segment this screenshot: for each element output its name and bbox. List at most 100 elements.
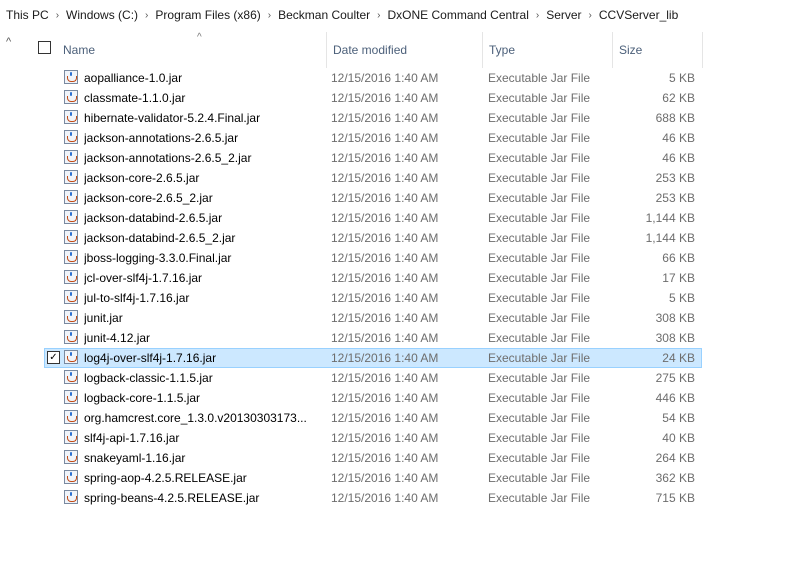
java-jar-icon [64,130,78,144]
file-size: 5 KB [668,291,695,305]
file-row[interactable]: ✓ log4j-over-slf4j-1.7.16.jar 12/15/2016 1… [0,348,787,368]
column-header-date-modified[interactable]: Date modified [327,32,483,68]
file-type: Executable Jar File [488,471,591,485]
row-checkbox[interactable]: ✓ [47,351,60,364]
breadcrumb-item[interactable]: CCVServer_lib [597,8,680,22]
file-row[interactable]: junit.jar 12/15/2016 1:40 AM Executable Ja… [0,308,787,328]
file-size: 715 KB [655,491,695,505]
file-row[interactable]: jul-to-slf4j-1.7.16.jar 12/15/2016 1:40 A… [0,288,787,308]
breadcrumb-item[interactable]: Beckman Coulter [276,8,372,22]
file-type: Executable Jar File [488,311,591,325]
chevron-right-icon[interactable]: › [140,10,153,21]
file-type: Executable Jar File [488,291,591,305]
file-row[interactable]: jackson-annotations-2.6.5.jar 12/15/2016 … [0,128,787,148]
file-size: 46 KB [662,131,695,145]
file-name: jboss-logging-3.3.0.Final.jar [84,251,232,265]
file-row[interactable]: logback-classic-1.1.5.jar 12/15/2016 1:40… [0,368,787,388]
file-row[interactable]: snakeyaml-1.16.jar 12/15/2016 1:40 AM Exec… [0,448,787,468]
file-date-modified: 12/15/2016 1:40 AM [331,191,439,205]
file-type: Executable Jar File [488,451,591,465]
file-name: junit.jar [84,311,123,325]
select-all-checkbox[interactable] [38,41,51,54]
java-jar-icon [64,170,78,184]
file-size: 275 KB [655,371,695,385]
chevron-right-icon[interactable]: › [372,10,385,21]
file-size: 253 KB [655,171,695,185]
column-header-type-label: Type [489,43,516,57]
column-header-type[interactable]: Type [483,32,613,68]
java-jar-icon [64,230,78,244]
file-size: 5 KB [668,71,695,85]
file-date-modified: 12/15/2016 1:40 AM [331,391,439,405]
java-jar-icon [64,270,78,284]
file-name: jackson-databind-2.6.5_2.jar [84,231,236,245]
collapse-up-icon[interactable]: ^ [6,36,18,48]
java-jar-icon [64,250,78,264]
breadcrumb-item[interactable]: Windows (C:) [64,8,140,22]
file-size: 253 KB [655,191,695,205]
file-name: logback-core-1.1.5.jar [84,391,201,405]
file-date-modified: 12/15/2016 1:40 AM [331,271,439,285]
file-row[interactable]: aopalliance-1.0.jar 12/15/2016 1:40 AM Exe… [0,68,787,88]
file-date-modified: 12/15/2016 1:40 AM [331,491,439,505]
file-row[interactable]: jackson-core-2.6.5_2.jar 12/15/2016 1:40 … [0,188,787,208]
breadcrumb: This PC › Windows (C:) › Program Files (x86)… [0,0,787,30]
file-name: junit-4.12.jar [84,331,151,345]
java-jar-icon [64,450,78,464]
file-name: jackson-databind-2.6.5.jar [84,211,223,225]
column-header-name-label: Name [63,43,96,57]
java-jar-icon [64,410,78,424]
file-row[interactable]: spring-beans-4.2.5.RELEASE.jar 12/15/2016… [0,488,787,508]
file-name: hibernate-validator-5.2.4.Final.jar [84,111,261,125]
file-row[interactable]: jboss-logging-3.3.0.Final.jar 12/15/2016 … [0,248,787,268]
file-date-modified: 12/15/2016 1:40 AM [331,171,439,185]
file-type: Executable Jar File [488,211,591,225]
file-row[interactable]: hibernate-validator-5.2.4.Final.jar 12/15… [0,108,787,128]
file-name: jul-to-slf4j-1.7.16.jar [84,291,190,305]
file-size: 688 KB [655,111,695,125]
file-date-modified: 12/15/2016 1:40 AM [331,451,439,465]
file-size: 17 KB [662,271,695,285]
java-jar-icon [64,150,78,164]
column-header-name[interactable]: Name ^ [57,32,327,68]
java-jar-icon [64,210,78,224]
column-header-size[interactable]: Size [613,32,703,68]
file-name: log4j-over-slf4j-1.7.16.jar [84,351,217,365]
java-jar-icon [64,110,78,124]
file-size: 62 KB [662,91,695,105]
java-jar-icon [64,350,78,364]
chevron-right-icon[interactable]: › [51,10,64,21]
file-row[interactable]: logback-core-1.1.5.jar 12/15/2016 1:40 AM… [0,388,787,408]
column-header-date-label: Date modified [333,43,408,57]
file-row[interactable]: spring-aop-4.2.5.RELEASE.jar 12/15/2016 1… [0,468,787,488]
file-row[interactable]: slf4j-api-1.7.16.jar 12/15/2016 1:40 AM Ex… [0,428,787,448]
file-row[interactable]: org.hamcrest.core_1.3.0.v20130303173... 1… [0,408,787,428]
chevron-right-icon[interactable]: › [584,10,597,21]
file-row[interactable]: jcl-over-slf4j-1.7.16.jar 12/15/2016 1:40… [0,268,787,288]
file-name: snakeyaml-1.16.jar [84,451,186,465]
java-jar-icon [64,90,78,104]
breadcrumb-item[interactable]: Server [544,8,583,22]
file-date-modified: 12/15/2016 1:40 AM [331,151,439,165]
column-header-size-label: Size [619,43,643,57]
file-row[interactable]: jackson-annotations-2.6.5_2.jar 12/15/201… [0,148,787,168]
file-type: Executable Jar File [488,391,591,405]
breadcrumb-item[interactable]: Program Files (x86) [153,8,262,22]
file-date-modified: 12/15/2016 1:40 AM [331,91,439,105]
file-type: Executable Jar File [488,431,591,445]
file-row[interactable]: jackson-core-2.6.5.jar 12/15/2016 1:40 AM… [0,168,787,188]
file-size: 446 KB [655,391,695,405]
chevron-right-icon[interactable]: › [531,10,544,21]
column-header-row: ^ Name ^ Date modified Type Size [0,32,787,68]
breadcrumb-item[interactable]: This PC [4,8,51,22]
file-row[interactable]: classmate-1.1.0.jar 12/15/2016 1:40 AM Exe… [0,88,787,108]
file-type: Executable Jar File [488,71,591,85]
chevron-right-icon[interactable]: › [263,10,276,21]
file-type: Executable Jar File [488,271,591,285]
file-row[interactable]: junit-4.12.jar 12/15/2016 1:40 AM Executab… [0,328,787,348]
file-row[interactable]: jackson-databind-2.6.5.jar 12/15/2016 1:4… [0,208,787,228]
file-type: Executable Jar File [488,231,591,245]
breadcrumb-item[interactable]: DxONE Command Central [385,8,530,22]
file-row[interactable]: jackson-databind-2.6.5_2.jar 12/15/2016 1… [0,228,787,248]
file-type: Executable Jar File [488,251,591,265]
